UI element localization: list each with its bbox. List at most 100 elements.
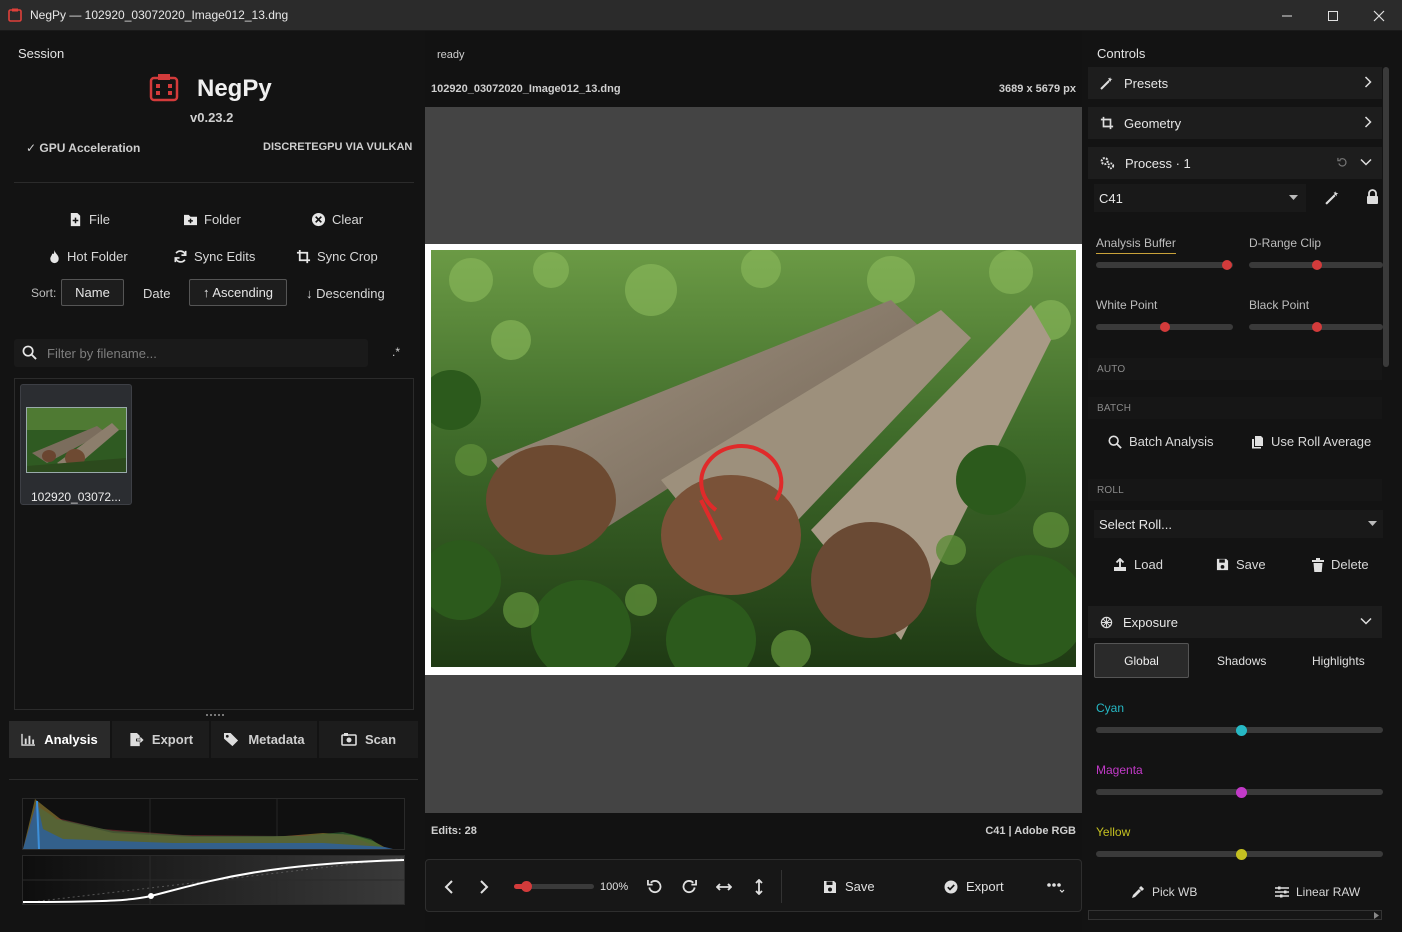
flip-horizontal-button[interactable] <box>716 860 732 913</box>
previous-button[interactable] <box>444 860 454 913</box>
session-panel: Session NegPy v0.23.2 ✓ GPU Acceleration… <box>0 31 425 932</box>
slider-handle[interactable] <box>1236 848 1247 860</box>
more-options-button[interactable] <box>1047 860 1065 913</box>
process-section-header[interactable]: Process · 1 <box>1088 147 1382 179</box>
image-canvas[interactable] <box>425 107 1082 813</box>
use-roll-average-label: Use Roll Average <box>1271 434 1372 449</box>
process-mode-select[interactable]: C41 <box>1094 184 1306 212</box>
list-item[interactable]: 102920_03072... <box>20 384 132 505</box>
sort-ascending-button[interactable]: ↑ Ascending <box>189 279 287 306</box>
zoom-slider[interactable] <box>514 881 594 892</box>
yellow-label: Yellow <box>1096 825 1131 839</box>
floppy-disk-icon <box>1216 558 1229 571</box>
roll-load-button[interactable]: Load <box>1113 557 1163 572</box>
scanner-icon <box>341 733 357 746</box>
use-roll-average-button[interactable]: Use Roll Average <box>1251 434 1371 449</box>
rotate-right-icon <box>682 879 697 894</box>
save-button[interactable]: Save <box>823 860 875 913</box>
d-range-clip-slider[interactable] <box>1249 260 1383 270</box>
geometry-section-header[interactable]: Geometry <box>1088 107 1382 139</box>
clear-button[interactable]: Clear <box>311 212 363 227</box>
zoom-slider-handle[interactable] <box>521 881 532 892</box>
slider-handle[interactable] <box>1236 786 1247 798</box>
cyan-slider[interactable] <box>1096 724 1383 736</box>
roll-select[interactable]: Select Roll... <box>1094 510 1383 538</box>
chevron-right-icon <box>480 879 489 894</box>
chevron-right-icon <box>1364 116 1372 128</box>
process-mode-value: C41 <box>1099 190 1123 206</box>
chevron-right-icon <box>1364 76 1372 88</box>
white-point-slider[interactable] <box>1096 322 1233 332</box>
photo-border <box>425 244 1082 675</box>
tab-analysis[interactable]: Analysis <box>9 721 110 758</box>
viewer-panel: ready 102920_03072020_Image012_13.dng 36… <box>425 31 1082 932</box>
tone-curve[interactable] <box>22 855 405 905</box>
slider-handle[interactable] <box>1312 260 1322 270</box>
tab-metadata-label: Metadata <box>248 732 305 747</box>
tab-analysis-label: Analysis <box>44 732 98 747</box>
gpu-acceleration-toggle[interactable]: ✓ GPU Acceleration <box>26 141 140 155</box>
roll-delete-button[interactable]: Delete <box>1312 557 1369 572</box>
exposure-label: Exposure <box>1123 614 1178 630</box>
slider-handle[interactable] <box>1160 322 1170 332</box>
rotate-left-button[interactable] <box>647 860 662 913</box>
clear-icon <box>311 212 326 227</box>
export-button[interactable]: Export <box>944 860 1004 913</box>
file-button[interactable]: File <box>68 212 110 227</box>
minimize-button[interactable] <box>1264 0 1310 31</box>
lock-button[interactable] <box>1366 189 1379 205</box>
batch-section <box>1088 397 1382 419</box>
presets-section-header[interactable]: Presets <box>1088 67 1382 99</box>
tab-metadata[interactable]: Metadata <box>211 721 317 758</box>
sync-icon <box>174 250 187 263</box>
reset-icon[interactable] <box>1337 157 1348 168</box>
batch-analysis-button[interactable]: Batch Analysis <box>1108 434 1214 449</box>
maximize-button[interactable] <box>1310 0 1356 31</box>
horizontal-scrollbar[interactable] <box>1088 910 1382 920</box>
crop-icon <box>1100 116 1114 130</box>
close-button[interactable] <box>1356 0 1402 31</box>
regex-toggle[interactable]: .* <box>392 345 400 359</box>
roll-save-button[interactable]: Save <box>1216 557 1266 572</box>
caret-down-icon <box>1289 195 1298 200</box>
pick-wb-button[interactable]: Pick WB <box>1131 885 1197 899</box>
search-input[interactable]: Filter by filename... <box>47 346 157 361</box>
auto-adjust-button[interactable] <box>1325 190 1340 205</box>
yellow-slider[interactable] <box>1096 848 1383 860</box>
vertical-scrollbar[interactable] <box>1383 67 1389 367</box>
slider-handle[interactable] <box>1312 322 1322 332</box>
slider-handle[interactable] <box>1236 724 1247 736</box>
filename-filter[interactable]: Filter by filename... <box>14 339 368 367</box>
hot-folder-button[interactable]: Hot Folder <box>48 249 128 264</box>
sort-descending-button[interactable]: ↓ Descending <box>306 286 385 301</box>
next-button[interactable] <box>479 860 489 913</box>
sort-date-button[interactable]: Date <box>143 286 170 301</box>
tab-scan-label: Scan <box>364 732 397 747</box>
exposure-tab-global[interactable]: Global <box>1094 643 1189 678</box>
more-horizontal-icon <box>1047 882 1065 893</box>
folder-button[interactable]: Folder <box>183 212 241 227</box>
batch-analysis-label: Batch Analysis <box>1129 434 1214 449</box>
sort-name-button[interactable]: Name <box>61 279 124 306</box>
tab-scan[interactable]: Scan <box>319 721 418 758</box>
splitter-handle[interactable] <box>206 714 224 716</box>
file-button-label: File <box>89 212 110 227</box>
rotate-right-button[interactable] <box>682 860 697 913</box>
sync-crop-button[interactable]: Sync Crop <box>296 249 378 264</box>
exposure-tab-highlights[interactable]: Highlights <box>1312 654 1365 668</box>
roll-delete-label: Delete <box>1331 557 1369 572</box>
exposure-tab-shadows[interactable]: Shadows <box>1217 654 1266 668</box>
color-profile: C41 | Adobe RGB <box>985 825 1076 837</box>
magenta-slider[interactable] <box>1096 786 1383 798</box>
analysis-buffer-slider[interactable] <box>1096 260 1233 270</box>
black-point-slider[interactable] <box>1249 322 1383 332</box>
upload-icon <box>1114 557 1126 571</box>
linear-raw-toggle[interactable]: Linear RAW <box>1275 885 1360 899</box>
exposure-section-header[interactable]: Exposure <box>1088 606 1382 638</box>
flip-vertical-button[interactable] <box>754 860 764 913</box>
sync-edits-button[interactable]: Sync Edits <box>173 249 255 264</box>
slider-handle[interactable] <box>1222 260 1232 270</box>
chevron-down-icon <box>1360 617 1372 625</box>
tab-export[interactable]: Export <box>112 721 209 758</box>
app-name: NegPy <box>197 75 272 102</box>
